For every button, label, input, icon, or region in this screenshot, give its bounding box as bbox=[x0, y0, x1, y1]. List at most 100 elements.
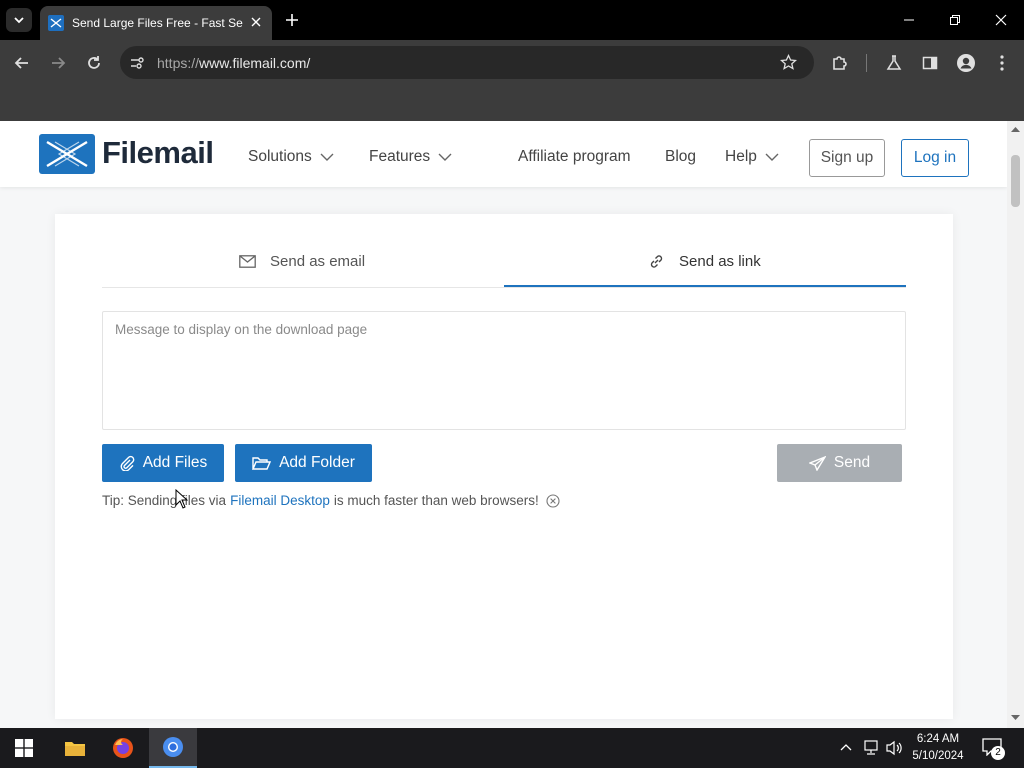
logo-text[interactable]: Filemail bbox=[102, 135, 214, 171]
nav-features[interactable]: Features bbox=[369, 148, 452, 166]
puzzle-icon bbox=[833, 56, 847, 70]
nav-help-label: Help bbox=[725, 148, 757, 165]
minimize-button[interactable] bbox=[894, 6, 924, 34]
start-button[interactable] bbox=[0, 728, 48, 768]
tab-send-link-label: Send as link bbox=[679, 253, 761, 270]
notifications-button[interactable]: 2 bbox=[982, 738, 1006, 760]
nav-blog[interactable]: Blog bbox=[665, 148, 696, 166]
volume-icon[interactable] bbox=[886, 740, 904, 756]
add-files-label: Add Files bbox=[142, 454, 208, 471]
add-folder-label: Add Folder bbox=[279, 454, 355, 471]
site-info-icon[interactable] bbox=[129, 55, 145, 71]
menu-button[interactable] bbox=[988, 49, 1016, 77]
bookmark-star-icon[interactable] bbox=[780, 54, 797, 71]
nav-help[interactable]: Help bbox=[725, 148, 779, 166]
chevron-down-icon bbox=[438, 153, 452, 161]
chevron-down-icon bbox=[14, 17, 24, 24]
browser-tab-bar: Send Large Files Free - Fast Se bbox=[0, 0, 1024, 40]
labs-button[interactable] bbox=[880, 49, 908, 77]
chrome-icon bbox=[163, 737, 183, 757]
profile-button[interactable] bbox=[952, 49, 980, 77]
paperclip-icon bbox=[120, 455, 135, 471]
taskbar-file-explorer[interactable] bbox=[51, 728, 99, 768]
reload-button[interactable] bbox=[80, 49, 108, 77]
clock-time: 6:24 AM bbox=[916, 733, 960, 745]
more-vert-icon bbox=[1000, 55, 1004, 71]
message-textarea[interactable] bbox=[102, 311, 906, 430]
flask-icon bbox=[886, 55, 902, 70]
forward-button[interactable] bbox=[44, 49, 72, 77]
signup-button[interactable]: Sign up bbox=[809, 139, 885, 177]
add-folder-button[interactable]: Add Folder bbox=[235, 444, 372, 482]
scroll-down-arrow-icon[interactable] bbox=[1011, 715, 1020, 721]
tab-send-email[interactable]: Send as email bbox=[239, 253, 365, 270]
active-tab-indicator bbox=[504, 285, 906, 287]
close-window-button[interactable] bbox=[986, 6, 1016, 34]
browser-tab[interactable]: Send Large Files Free - Fast Se bbox=[40, 6, 272, 40]
tab-title: Send Large Files Free - Fast Se bbox=[72, 16, 243, 30]
filemail-desktop-link[interactable]: Filemail Desktop bbox=[230, 493, 330, 508]
tab-divider bbox=[102, 287, 906, 288]
folder-icon bbox=[65, 742, 85, 756]
nav-blog-label: Blog bbox=[665, 148, 697, 165]
chevron-down-icon bbox=[320, 153, 334, 161]
tab-send-email-label: Send as email bbox=[270, 253, 366, 270]
windows-taskbar: 6:24 AM 5/10/2024 2 bbox=[0, 728, 1024, 768]
tip-text: Tip: Sending files via Filemail Desktop … bbox=[102, 493, 560, 508]
extensions-button[interactable] bbox=[826, 49, 854, 77]
taskbar-chrome[interactable] bbox=[149, 728, 197, 768]
nav-solutions[interactable]: Solutions bbox=[248, 148, 334, 166]
dismiss-tip-icon[interactable] bbox=[546, 493, 560, 508]
tip-suffix: is much faster than web browsers! bbox=[333, 493, 539, 508]
scroll-up-arrow-icon[interactable] bbox=[1011, 126, 1020, 132]
restore-icon bbox=[950, 15, 960, 25]
reload-icon bbox=[88, 56, 100, 69]
chevron-down-icon bbox=[765, 153, 779, 161]
taskbar-clock[interactable]: 6:24 AM 5/10/2024 bbox=[906, 731, 970, 765]
scrollbar-thumb[interactable] bbox=[1011, 155, 1020, 207]
new-tab-button[interactable] bbox=[280, 8, 304, 32]
page-scrollbar[interactable] bbox=[1007, 121, 1024, 728]
arrow-right-icon bbox=[52, 57, 66, 69]
minimize-icon bbox=[904, 19, 914, 21]
send-button[interactable]: Send bbox=[777, 444, 902, 482]
url-host: www.filemail.com/ bbox=[199, 55, 311, 71]
close-icon bbox=[995, 14, 1007, 26]
network-icon[interactable] bbox=[862, 740, 880, 756]
show-hidden-icons-chevron-icon[interactable] bbox=[840, 743, 852, 751]
account-icon bbox=[957, 54, 975, 72]
nav-affiliate[interactable]: Affiliate program bbox=[518, 148, 631, 166]
arrow-left-icon bbox=[14, 57, 28, 69]
side-panel-button[interactable] bbox=[916, 49, 944, 77]
browser-toolbar-strip bbox=[0, 86, 1024, 121]
url-text: https://www.filemail.com/ bbox=[157, 55, 310, 71]
mouse-cursor-icon bbox=[175, 489, 188, 509]
address-bar[interactable]: https://www.filemail.com/ bbox=[120, 46, 814, 79]
page-content: Filemail Solutions Features Affiliate pr… bbox=[0, 121, 1007, 728]
nav-features-label: Features bbox=[369, 148, 431, 165]
toolbar-divider bbox=[866, 54, 867, 72]
clock-date: 5/10/2024 bbox=[912, 750, 964, 762]
send-label: Send bbox=[833, 454, 871, 471]
firefox-icon bbox=[113, 738, 133, 758]
restore-button[interactable] bbox=[940, 6, 970, 34]
filemail-favicon-icon bbox=[48, 15, 64, 31]
send-card: Send as email Send as link Add Files Add… bbox=[55, 214, 953, 719]
close-tab-icon[interactable] bbox=[248, 14, 264, 30]
browser-toolbar: https://www.filemail.com/ bbox=[0, 40, 1024, 86]
site-header: Filemail Solutions Features Affiliate pr… bbox=[0, 121, 1007, 187]
tab-search-button[interactable] bbox=[6, 8, 32, 32]
add-files-button[interactable]: Add Files bbox=[102, 444, 224, 482]
tab-send-link[interactable]: Send as link bbox=[648, 253, 761, 270]
folder-open-icon bbox=[252, 456, 272, 470]
link-icon bbox=[650, 255, 663, 268]
side-panel-icon bbox=[922, 56, 938, 70]
nav-affiliate-label: Affiliate program bbox=[518, 148, 631, 165]
back-button[interactable] bbox=[8, 49, 36, 77]
taskbar-firefox[interactable] bbox=[99, 728, 147, 768]
windows-logo-icon bbox=[15, 739, 33, 757]
envelope-icon bbox=[239, 255, 256, 268]
plus-icon bbox=[286, 14, 298, 26]
login-button[interactable]: Log in bbox=[901, 139, 969, 177]
filemail-logo-icon[interactable] bbox=[39, 134, 95, 174]
